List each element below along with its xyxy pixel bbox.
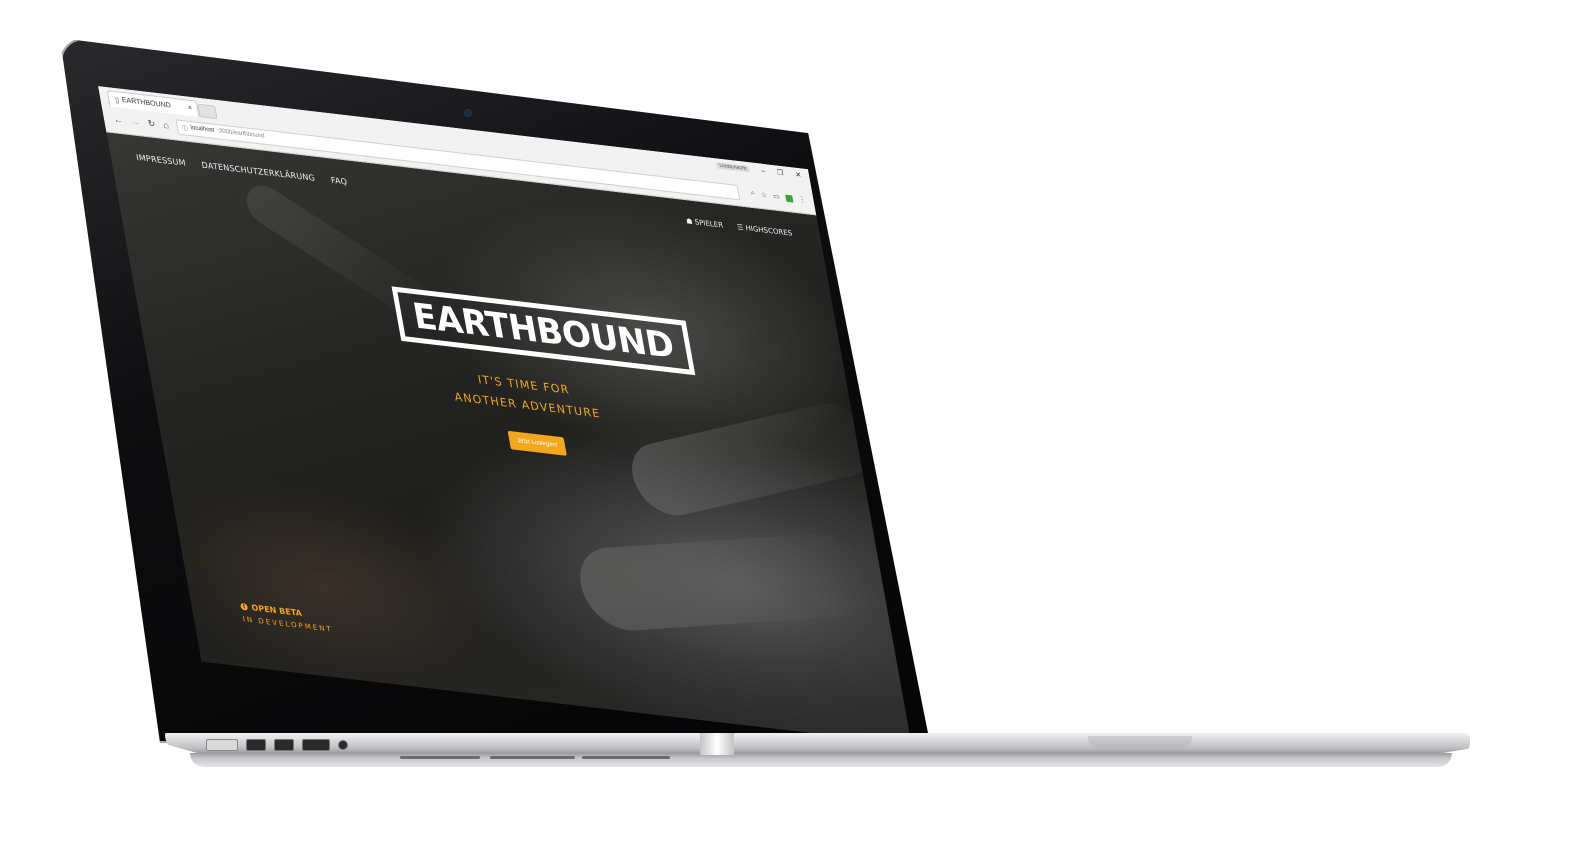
laptop-base-bottom	[190, 753, 1452, 767]
zoom-icon[interactable]: ⌕	[750, 189, 755, 198]
url-path: :3000/earthbound	[216, 128, 266, 140]
forward-arrow-icon[interactable]: →	[130, 116, 141, 127]
thunderbolt-port	[246, 739, 266, 751]
close-window-icon[interactable]: ✕	[795, 171, 802, 180]
info-icon: ⓘ	[181, 125, 189, 133]
speaker-vent	[400, 756, 480, 759]
users-icon: ☗	[685, 217, 694, 227]
thunderbolt-port	[274, 739, 294, 751]
menu-dots-icon[interactable]: ⋮	[798, 195, 806, 204]
back-arrow-icon[interactable]: ←	[113, 114, 124, 125]
star-icon[interactable]: ☆	[760, 191, 768, 200]
laptop-screen: ▯ EARTHBOUND × Lindschacht – ❐ ✕ ← → ↻ ⌂…	[98, 86, 912, 745]
minimize-icon[interactable]: –	[761, 167, 766, 175]
cast-icon[interactable]: ▭	[772, 192, 781, 201]
speaker-vent	[490, 756, 575, 759]
webcam	[465, 110, 471, 116]
extension-icon[interactable]	[785, 194, 794, 203]
laptop-mockup: ▯ EARTHBOUND × Lindschacht – ❐ ✕ ← → ↻ ⌂…	[0, 0, 1596, 864]
tab-title: EARTHBOUND	[121, 96, 172, 110]
usb-port	[302, 739, 330, 751]
headphone-jack	[338, 740, 348, 750]
home-icon[interactable]: ⌂	[162, 120, 169, 131]
page-icon: ▯	[114, 96, 120, 105]
speaker-vent	[582, 756, 670, 759]
side-ports	[206, 738, 348, 752]
laptop-base	[165, 733, 1470, 755]
nav-link-faq[interactable]: FAQ	[330, 176, 348, 187]
tab-close-icon[interactable]: ×	[187, 105, 192, 113]
magsafe-port	[206, 739, 238, 751]
reload-icon[interactable]: ↻	[147, 117, 157, 129]
url-host: localhost	[190, 124, 215, 134]
hinge-highlight	[700, 733, 734, 755]
list-icon: ☰	[736, 223, 745, 233]
profile-badge[interactable]: Lindschacht	[715, 162, 750, 173]
new-tab-button[interactable]	[197, 103, 218, 120]
toolbar-actions: ⌕ ☆ ▭ ⋮	[750, 189, 806, 204]
lid-opening-notch	[1088, 736, 1192, 748]
restore-icon[interactable]: ❐	[776, 168, 785, 177]
info-badge-icon: !	[239, 602, 249, 611]
